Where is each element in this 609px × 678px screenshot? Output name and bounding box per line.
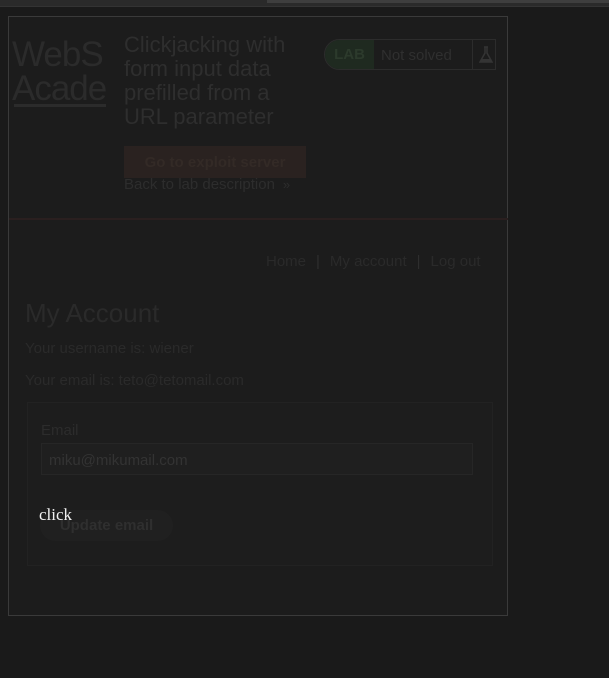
top-divider [0,6,609,7]
status-divider [472,40,473,69]
email-info: Your email is: teto@tetomail.com [25,372,244,389]
nav-separator: | [316,253,320,270]
email-label: Email [41,422,79,439]
logo-line-2: Acade [12,69,107,108]
header-divider [9,218,508,220]
nav-log-out-link[interactable]: Log out [431,253,481,270]
logo-line-1: WebS [12,38,104,74]
lab-badge: LAB [325,40,374,69]
change-email-form [27,402,493,566]
nav-separator: | [416,253,421,270]
click-decoy-text[interactable]: click [39,505,72,525]
username-info: Your username is: wiener [25,340,194,357]
logo-underline [14,104,106,107]
flask-icon [479,46,493,63]
top-navigation: Home | My account | Log out [266,253,481,270]
lab-status-widget: LAB Not solved [324,39,496,70]
horizontal-scroll-track[interactable] [267,0,609,3]
nav-my-account-link[interactable]: My account [330,253,407,270]
lab-status-text: Not solved [381,47,452,64]
lab-title: Clickjacking with form input data prefil… [124,32,286,129]
page-title: My Account [25,298,160,328]
email-input[interactable]: miku@mikumail.com [41,443,473,475]
go-to-exploit-server-button[interactable]: Go to exploit server [124,146,306,178]
double-chevron-icon: » [282,177,290,192]
web-security-academy-logo[interactable]: WebS Acade [12,38,108,108]
back-to-lab-description-link[interactable]: Back to lab description » [124,176,290,193]
back-link-label: Back to lab description [124,176,275,193]
nav-home-link[interactable]: Home [266,253,306,270]
